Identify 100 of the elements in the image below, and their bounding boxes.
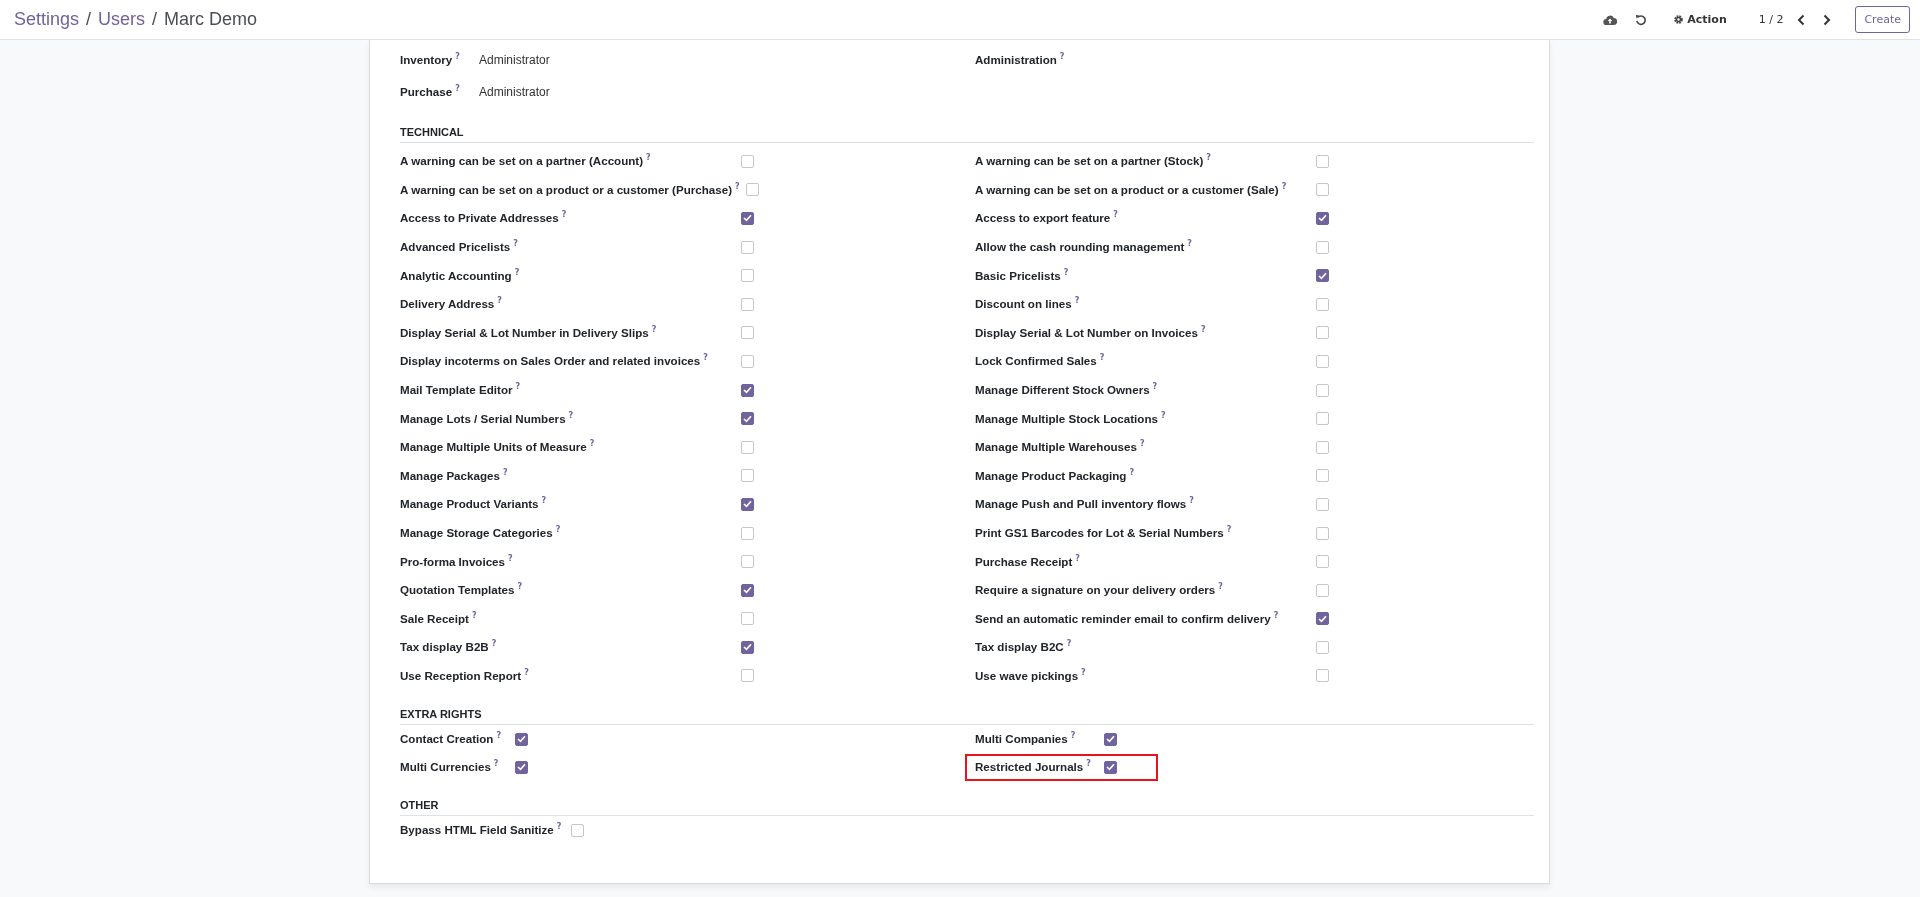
help-mark[interactable]: ? [1059,53,1065,61]
help-mark[interactable]: ? [493,760,499,769]
checkbox[interactable] [1316,555,1329,569]
help-mark[interactable]: ? [1099,354,1105,363]
help-mark[interactable]: ? [1113,211,1118,220]
checkbox[interactable] [1316,469,1329,483]
help-mark[interactable]: ? [1206,154,1211,163]
help-mark[interactable]: ? [496,732,502,741]
help-mark[interactable]: ? [515,383,521,392]
checkbox[interactable] [745,183,759,197]
help-mark[interactable]: ? [524,669,529,677]
checkbox[interactable] [1316,612,1329,626]
cloud-upload-icon[interactable] [1603,13,1618,26]
create-button[interactable]: Create [1855,6,1910,33]
help-mark[interactable]: ? [1074,297,1080,306]
checkbox[interactable] [741,240,754,254]
help-mark[interactable]: ? [517,583,523,592]
checkbox[interactable] [741,354,754,368]
help-mark[interactable]: ? [1139,440,1145,449]
field-value[interactable]: Administrator [479,85,550,99]
checkbox[interactable] [1104,732,1117,746]
checkbox[interactable] [741,555,754,569]
help-mark[interactable]: ? [556,823,562,832]
checkbox[interactable] [1316,526,1329,540]
checkbox[interactable] [1316,497,1329,511]
checkbox[interactable] [1316,583,1329,597]
checkbox[interactable] [741,669,754,683]
checkbox[interactable] [741,440,754,454]
help-mark[interactable]: ? [1070,732,1076,741]
help-mark[interactable]: ? [1189,497,1194,506]
checkbox[interactable] [1104,760,1117,774]
help-mark[interactable]: ? [589,440,595,449]
checkbox[interactable] [741,412,754,426]
help-mark[interactable]: ? [455,85,460,93]
checkbox[interactable] [1316,440,1329,454]
checkbox[interactable] [1316,412,1329,426]
undo-icon[interactable] [1635,13,1648,26]
help-mark[interactable]: ? [514,268,520,277]
field-label: Manage Packages [400,468,500,483]
checkbox[interactable] [741,469,754,483]
checkbox[interactable] [741,640,754,654]
checkbox[interactable] [1316,154,1329,168]
next-icon[interactable] [1823,13,1832,26]
help-mark[interactable]: ? [568,411,574,420]
checkbox[interactable] [741,326,754,340]
checkbox[interactable] [741,583,754,597]
checkbox[interactable] [1316,326,1329,340]
checkbox[interactable] [741,154,754,168]
help-mark[interactable]: ? [1218,583,1223,592]
breadcrumb-link[interactable]: Settings [14,9,80,30]
help-mark[interactable]: ? [703,354,708,363]
checkbox[interactable] [1316,297,1329,311]
checkbox[interactable] [741,297,754,311]
help-mark[interactable]: ? [1081,669,1086,677]
help-mark[interactable]: ? [1086,760,1091,769]
help-mark[interactable]: ? [1200,325,1206,334]
checkbox[interactable] [741,497,754,511]
checkbox[interactable] [1316,640,1329,654]
help-mark[interactable]: ? [455,53,460,61]
help-mark[interactable]: ? [491,640,497,649]
help-mark[interactable]: ? [508,554,513,563]
checkbox[interactable] [1316,212,1329,225]
help-mark[interactable]: ? [555,526,561,534]
checkbox[interactable] [741,526,754,540]
checkbox[interactable] [741,612,754,626]
checkbox[interactable] [515,760,528,774]
checkbox[interactable] [1316,669,1329,683]
help-mark[interactable]: ? [1152,383,1158,392]
breadcrumb-link[interactable]: Users [98,9,146,30]
action-button[interactable]: Action [1667,9,1733,30]
field-value[interactable]: Administrator [479,53,550,67]
help-mark[interactable]: ? [497,297,502,306]
help-mark[interactable]: ? [651,325,657,334]
checkbox[interactable] [741,269,754,283]
checkbox[interactable] [1316,269,1329,283]
help-mark[interactable]: ? [1226,526,1232,534]
checkbox[interactable] [1316,240,1329,254]
help-mark[interactable]: ? [1129,468,1135,477]
help-mark[interactable]: ? [1160,411,1166,420]
help-mark[interactable]: ? [513,240,518,249]
checkbox[interactable] [1316,183,1329,197]
checkbox[interactable] [741,383,754,397]
checkbox[interactable] [1316,383,1329,397]
help-mark[interactable]: ? [561,211,567,220]
help-mark[interactable]: ? [1066,640,1072,649]
help-mark[interactable]: ? [1075,554,1080,563]
previous-icon[interactable] [1797,13,1806,26]
checkbox[interactable] [515,732,528,746]
help-mark[interactable]: ? [502,468,508,477]
help-mark[interactable]: ? [471,611,477,620]
checkbox[interactable] [571,823,585,837]
help-mark[interactable]: ? [1063,268,1069,277]
checkbox[interactable] [1316,354,1329,368]
help-mark[interactable]: ? [1273,611,1279,620]
checkbox[interactable] [741,212,754,225]
help-mark[interactable]: ? [1187,240,1192,249]
help-mark[interactable]: ? [646,154,651,163]
help-mark[interactable]: ? [541,497,547,506]
help-mark[interactable]: ? [735,182,740,191]
help-mark[interactable]: ? [1281,182,1287,191]
